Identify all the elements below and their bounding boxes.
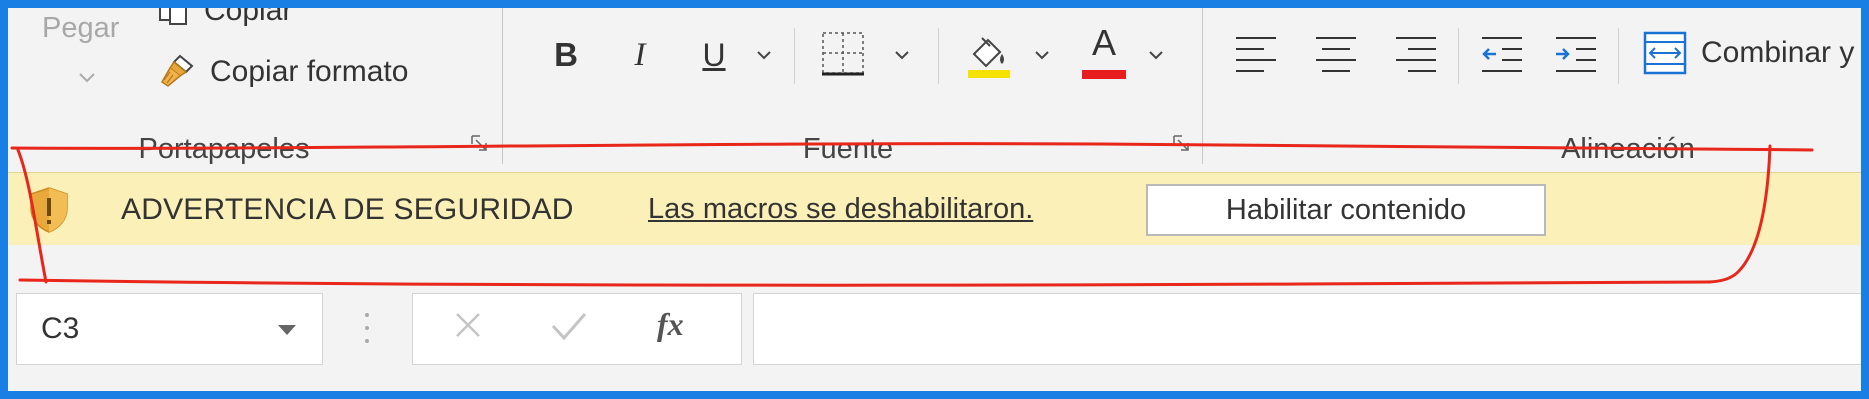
ribbon: Pegar Copiar Copiar formato Portapapeles xyxy=(8,8,1861,172)
group-divider xyxy=(502,8,503,164)
italic-label: I xyxy=(634,36,646,73)
paste-label: Pegar xyxy=(42,12,120,44)
underline-label: U xyxy=(702,36,726,73)
copy-button[interactable]: Copiar xyxy=(158,8,292,28)
font-dialog-launcher-icon[interactable] xyxy=(1172,134,1192,154)
underline-dropdown-icon[interactable] xyxy=(756,50,772,61)
merge-center-icon[interactable] xyxy=(1642,30,1688,76)
align-left-icon[interactable] xyxy=(1234,34,1278,74)
font-color-dropdown-icon[interactable] xyxy=(1148,50,1164,61)
button-divider xyxy=(794,28,795,84)
fill-color-icon[interactable] xyxy=(964,28,1014,80)
format-painter-button[interactable]: Copiar formato xyxy=(158,52,408,92)
name-box[interactable]: C3 xyxy=(16,293,323,365)
paste-button[interactable]: Pegar xyxy=(42,12,119,45)
increase-indent-icon[interactable] xyxy=(1554,34,1598,74)
security-warning-title: ADVERTENCIA DE SEGURIDAD xyxy=(121,193,574,226)
enter-check-icon[interactable] xyxy=(549,308,589,344)
insert-function-button[interactable]: fx xyxy=(657,306,684,343)
align-center-icon[interactable] xyxy=(1314,34,1358,74)
button-divider xyxy=(1458,28,1459,84)
borders-dropdown-icon[interactable] xyxy=(894,50,910,61)
format-painter-label: Copiar formato xyxy=(210,55,409,88)
underline-button[interactable]: U xyxy=(694,30,734,80)
italic-button[interactable]: I xyxy=(620,30,660,80)
font-color-swatch xyxy=(1082,70,1126,79)
copy-icon xyxy=(159,8,187,25)
formula-bar-area: C3 fx xyxy=(8,245,1861,391)
font-color-letter: A xyxy=(1091,22,1116,63)
shield-warning-icon xyxy=(30,187,68,233)
formula-input[interactable] xyxy=(753,293,1861,365)
bold-button[interactable]: B xyxy=(546,30,586,80)
cancel-icon[interactable] xyxy=(451,308,485,342)
enable-content-button[interactable]: Habilitar contenido xyxy=(1146,184,1546,236)
font-color-button[interactable]: A xyxy=(1080,22,1128,82)
name-box-value: C3 xyxy=(41,312,80,345)
name-box-dropdown-icon[interactable] xyxy=(276,324,298,336)
fill-color-dropdown-icon[interactable] xyxy=(1034,50,1050,61)
button-divider xyxy=(938,28,939,84)
macros-disabled-link[interactable]: Las macros se deshabilitaron. xyxy=(648,193,1033,226)
clipboard-group-label: Portapapeles xyxy=(138,133,310,165)
clipboard-dialog-launcher-icon[interactable] xyxy=(470,134,490,154)
paste-dropdown-icon[interactable] xyxy=(78,72,96,84)
group-divider xyxy=(1202,8,1203,164)
decrease-indent-icon[interactable] xyxy=(1480,34,1524,74)
bold-label: B xyxy=(554,36,578,73)
format-painter-icon xyxy=(161,54,194,87)
font-group-label: Fuente xyxy=(802,133,894,165)
button-divider xyxy=(1618,28,1619,84)
borders-icon[interactable] xyxy=(820,30,866,76)
resize-grip-icon[interactable] xyxy=(364,311,370,345)
highlight-color-swatch xyxy=(968,70,1010,78)
align-right-icon[interactable] xyxy=(1394,34,1438,74)
alignment-group-label: Alineación xyxy=(1561,133,1695,165)
formula-buttons: fx xyxy=(412,293,742,365)
excel-window: Pegar Copiar Copiar formato Portapapeles xyxy=(8,8,1861,391)
merge-center-label[interactable]: Combinar y xyxy=(1701,36,1854,70)
copy-label: Copiar xyxy=(204,8,293,27)
security-warning-bar: ADVERTENCIA DE SEGURIDAD Las macros se d… xyxy=(8,172,1861,246)
